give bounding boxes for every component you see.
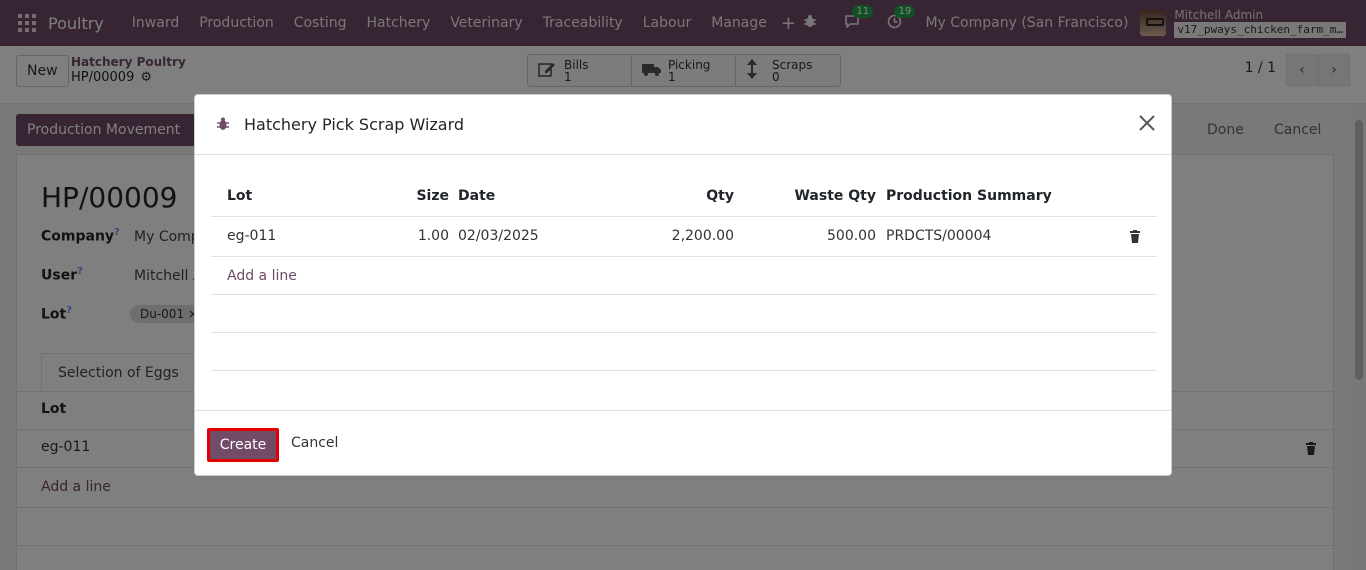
cell-waste-qty[interactable]: 500.00 [827,228,876,244]
column-header-size[interactable]: Size [416,188,449,204]
close-icon[interactable] [1137,113,1157,133]
cell-size[interactable]: 1.00 [418,228,449,244]
modal-title: Hatchery Pick Scrap Wizard [244,115,465,134]
scrap-wizard-dialog: Hatchery Pick Scrap Wizard Lot Size Date… [194,94,1172,476]
scrap-lines-table: Lot Size Date Qty Waste Qty Production S… [211,177,1157,371]
column-header-lot[interactable]: Lot [227,188,252,204]
modal-header: Hatchery Pick Scrap Wizard [195,95,1171,155]
cell-date[interactable]: 02/03/2025 [458,228,539,244]
bug-icon [216,116,230,132]
table-header: Lot Size Date Qty Waste Qty Production S… [211,177,1157,217]
column-header-production-summary[interactable]: Production Summary [886,188,1052,204]
cell-lot[interactable]: eg-011 [227,228,276,244]
add-a-line-link[interactable]: Add a line [227,268,297,284]
modal-footer: Create Cancel [195,410,1171,476]
empty-row [211,333,1157,371]
trash-icon[interactable] [1129,230,1141,247]
cancel-button[interactable]: Cancel [291,435,338,451]
add-line-row: Add a line [211,257,1157,295]
column-header-qty[interactable]: Qty [706,188,734,204]
column-header-date[interactable]: Date [458,188,495,204]
empty-row [211,295,1157,333]
cell-qty[interactable]: 2,200.00 [672,228,734,244]
cell-production-summary[interactable]: PRDCTS/00004 [886,228,991,244]
table-row[interactable]: eg-011 1.00 02/03/2025 2,200.00 500.00 P… [211,217,1157,257]
create-button[interactable]: Create [207,428,279,462]
column-header-waste-qty[interactable]: Waste Qty [794,188,876,204]
